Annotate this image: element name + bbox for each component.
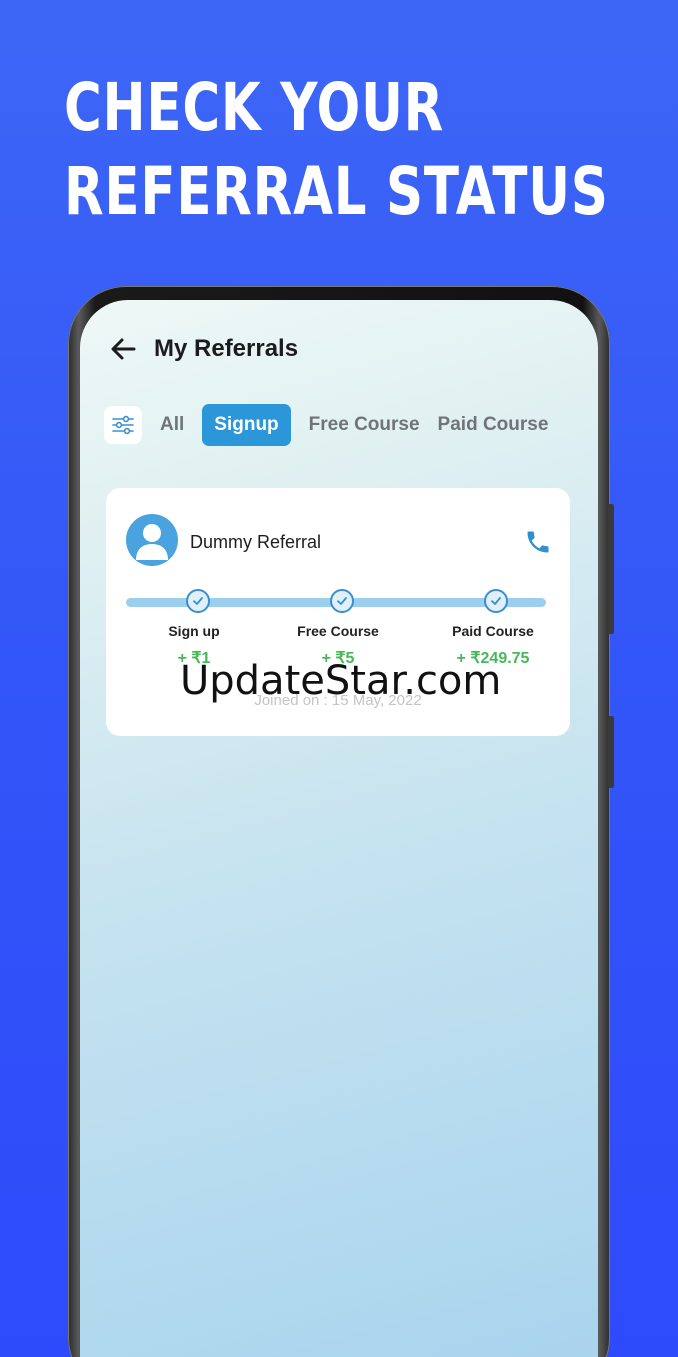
headline-line-1: CHECK YOUR [64, 69, 445, 146]
phone-frame: My Referrals All Signup Free Course Paid… [68, 286, 614, 1357]
phone-call-icon[interactable] [524, 528, 552, 556]
paid-course-check-icon [484, 589, 508, 613]
filter-icon [112, 415, 134, 435]
tab-signup[interactable]: Signup [202, 404, 291, 446]
step-label-paid-course: Paid Course [452, 623, 534, 639]
tab-free-course[interactable]: Free Course [309, 404, 420, 446]
app-header: My Referrals [108, 334, 298, 364]
phone-screen: My Referrals All Signup Free Course Paid… [80, 300, 598, 1357]
headline-line-2: REFERRAL STATUS [64, 153, 609, 230]
step-label-signup: Sign up [168, 623, 220, 639]
filter-button[interactable] [104, 406, 142, 444]
avatar-icon [126, 514, 178, 566]
referral-name: Dummy Referral [190, 532, 322, 552]
headline: CHECK YOUR REFERRAL STATUS [64, 66, 609, 234]
signup-check-icon [186, 589, 210, 613]
back-arrow-icon[interactable] [108, 334, 138, 364]
step-label-free-course: Free Course [297, 623, 379, 639]
volume-button [608, 504, 614, 634]
free-course-check-icon [330, 589, 354, 613]
tab-paid-course[interactable]: Paid Course [438, 404, 549, 446]
filter-tabs: All Signup Free Course Paid Course [104, 404, 566, 446]
watermark: UpdateStar.com [180, 658, 502, 704]
page-title: My Referrals [154, 335, 299, 362]
tab-all[interactable]: All [160, 404, 184, 446]
power-button [608, 716, 614, 788]
